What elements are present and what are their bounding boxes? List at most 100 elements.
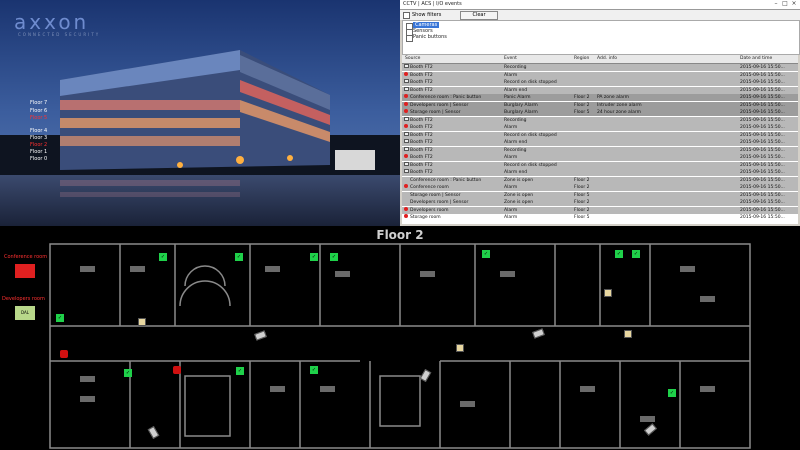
events-grid-header: Source Event Region Add. info Date and t… [402,55,798,64]
col-region[interactable]: Region [574,55,589,63]
show-filters-checkbox[interactable] [403,12,410,19]
building-photo-panel: axxon CONNECTED SECURITY Floor 7 Floor 6… [0,0,400,226]
events-titlebar: CCTV | ACS | I/O events – □ × [400,0,800,10]
motion-sensor-icon[interactable]: ✓ [310,366,318,374]
event-time: 2015-09-16 15:50... [740,215,785,220]
alarm-icon [404,94,408,98]
event-source: Developers room | Sensor [410,102,469,108]
floor-link-3[interactable]: Floor 3 [30,135,47,141]
event-source: Storage room | Sensor [410,192,461,198]
floor-link-1[interactable]: Floor 1 [30,149,47,155]
motion-sensor-icon[interactable]: ✓ [236,367,244,375]
event-source: Conference room [410,185,449,190]
maximize-icon[interactable]: □ [781,1,789,7]
event-type: Record on disk stopped [504,132,557,138]
event-source: Developers room [410,207,449,213]
camera-status-icon [404,146,409,151]
filter-panic-buttons[interactable]: Panic buttons [413,34,447,40]
event-type: Burglary Alarm [504,102,538,108]
motion-sensor-icon[interactable]: ✓ [235,253,243,261]
event-time: 2015-09-16 15:50... [740,147,785,153]
event-source: Booth FT2 [410,132,433,138]
event-region: Floor 5 [574,192,590,198]
motion-sensor-icon[interactable]: ✓ [159,253,167,261]
floor-link-6[interactable]: Floor 6 [30,108,47,114]
event-time: 2015-09-16 15:50... [740,155,785,160]
event-source: Booth FT2 [410,117,433,123]
motion-sensor-icon[interactable]: ✓ [615,250,623,258]
close-icon[interactable]: × [790,1,798,7]
floor-link-7[interactable]: Floor 7 [30,100,47,106]
event-time: 2015-09-16 15:50... [740,95,785,100]
event-type: Alarm end [504,87,528,93]
alarm-sensor-icon[interactable] [60,350,68,358]
event-source: Booth FT2 [410,170,433,175]
motion-sensor-icon[interactable]: ✓ [56,314,64,322]
event-source: Booth FT2 [410,155,433,160]
event-source: Booth FT2 [410,147,433,153]
event-time: 2015-09-16 15:50... [740,110,785,115]
alarm-icon [404,214,408,218]
event-source: Booth FT2 [410,72,433,78]
event-region: Floor 5 [574,110,590,115]
alarm-icon [404,206,408,211]
event-time: 2015-09-16 15:50... [740,207,785,213]
col-event[interactable]: Event [504,55,517,63]
event-time: 2015-09-16 15:50... [740,117,785,123]
event-time: 2015-09-16 15:50... [740,72,785,78]
motion-sensor-icon[interactable]: ✓ [330,253,338,261]
motion-sensor-icon[interactable]: ✓ [124,369,132,377]
events-window: CCTV | ACS | I/O events – □ × Show filte… [400,0,800,226]
camera-status-icon [404,131,409,136]
event-time: 2015-09-16 15:50... [740,132,785,138]
floor-link-0[interactable]: Floor 0 [30,156,47,162]
motion-sensor-icon[interactable]: ✓ [632,250,640,258]
event-type: Zone is open [504,200,534,205]
event-row[interactable]: Storage room Alarm Floor 5 2015-09-16 15:50… [402,214,798,222]
motion-sensor-icon[interactable]: ✓ [310,253,318,261]
axxon-logo: axxon [14,10,90,34]
minimize-icon[interactable]: – [772,1,780,7]
alarm-icon [404,109,408,113]
event-type: Burglary Alarm [504,110,538,115]
event-time: 2015-09-16 15:50... [740,192,785,198]
col-add-info[interactable]: Add. info [597,55,617,63]
door-sensor-icon[interactable] [138,318,146,326]
floor-plan-panel: Floor 2 Conference room Developers room … [0,226,800,450]
event-type: Recording [504,117,527,123]
floor-link-2[interactable]: Floor 2 [30,142,47,148]
event-type: Alarm [504,215,518,220]
door-sensor-icon[interactable] [456,344,464,352]
floor-plan-drawing [49,243,751,449]
filter-panic-checkbox[interactable] [406,35,413,42]
event-source: Developers room | Sensor [410,200,469,205]
events-grid[interactable]: Booth FT2 Recording 2015-09-16 15:50... Boo… [402,64,798,224]
col-source[interactable]: Source [405,55,420,63]
events-toolbar: Show filters Clear [400,10,800,20]
col-date-time[interactable]: Date and time [740,55,772,63]
event-type: Recording [504,147,527,153]
event-source: Booth FT2 [410,140,433,145]
floor-link-5[interactable]: Floor 5 [30,115,47,121]
event-time: 2015-09-16 15:50... [740,140,785,145]
alarm-sensor-icon[interactable] [173,366,181,374]
event-time: 2015-09-16 15:50... [740,177,785,183]
floor-link-4[interactable]: Floor 4 [30,128,47,134]
event-time: 2015-09-16 15:50... [740,170,785,175]
logo-tagline: CONNECTED SECURITY [18,32,101,37]
event-time: 2015-09-16 15:50... [740,200,785,205]
event-info: PA zone alarm [597,95,630,100]
motion-sensor-icon[interactable]: ✓ [482,250,490,258]
event-source: Storage room | Sensor [410,110,461,115]
door-sensor-icon[interactable] [604,289,612,297]
event-type: Alarm [504,125,518,130]
event-type: Recording [504,65,527,70]
event-source: Storage room [410,215,441,220]
window-title: CCTV | ACS | I/O events [403,1,462,7]
alarm-icon [404,101,408,106]
clear-button[interactable]: Clear [460,11,498,20]
event-source: Conference room : Panic button [410,95,482,100]
door-sensor-icon[interactable] [624,330,632,338]
motion-sensor-icon[interactable]: ✓ [668,389,676,397]
show-filters-label: Show filters [412,12,442,18]
